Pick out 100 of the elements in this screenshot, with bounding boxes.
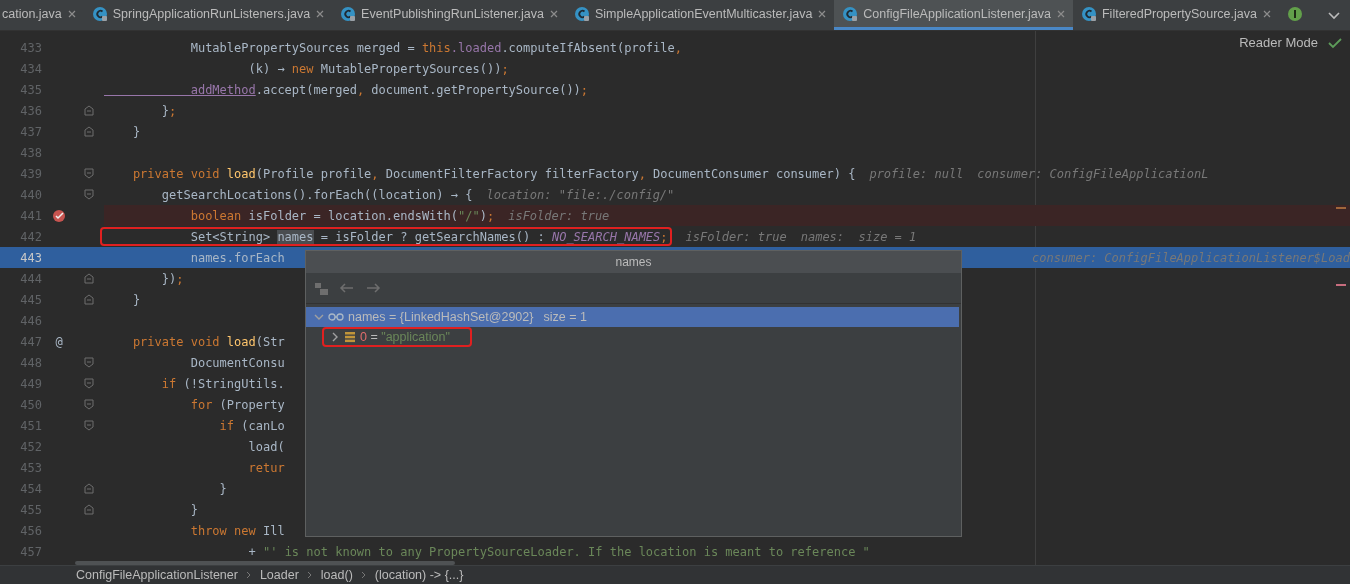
line-number: 437 <box>19 124 43 139</box>
close-icon[interactable] <box>817 8 828 19</box>
code-text: private void load(Profile profile, DocumentFilterFactory filterFactory, DocumentConsumer consumer) { <box>131 166 856 181</box>
array-element-icon <box>344 331 356 343</box>
line-number: 434 <box>19 61 43 76</box>
close-icon[interactable] <box>548 8 559 19</box>
inline-hint: isFolder: true <box>508 208 610 223</box>
breadcrumb-item[interactable]: ConfigFileApplicationListener <box>76 568 238 582</box>
code-text: } <box>131 124 141 139</box>
class-icon <box>842 5 859 22</box>
close-icon[interactable] <box>1261 8 1272 19</box>
breadcrumb-item[interactable]: load() <box>320 568 353 582</box>
fold-end-icon[interactable] <box>84 105 94 116</box>
code-text: } <box>218 481 227 496</box>
code-text: DocumentConsu <box>189 355 285 370</box>
code-text: if (!StringUtils. <box>160 376 285 391</box>
fold-icon[interactable] <box>84 378 94 389</box>
class-icon <box>340 5 357 22</box>
layout-icon <box>314 280 329 296</box>
line-number: 444 <box>19 271 43 286</box>
line-number: 449 <box>19 376 43 391</box>
line-number: 451 <box>19 418 43 433</box>
class-icon <box>573 5 590 22</box>
chevron-right-icon <box>306 571 313 579</box>
line-number: 447 <box>19 334 43 349</box>
line-number: 433 <box>19 40 43 55</box>
fold-icon[interactable] <box>84 420 94 431</box>
code-text: private void load(Str <box>131 334 285 349</box>
inline-hint: profile: null <box>869 166 964 181</box>
line-number: 453 <box>19 460 43 475</box>
line-number: 439 <box>19 166 43 181</box>
back-arrow-icon <box>339 281 355 295</box>
class-icon <box>1080 5 1097 22</box>
code-text: throw new Ill <box>189 523 285 538</box>
code-text: Set<String> names = isFolder ? getSearchNames() : NO_SEARCH_NAMES; <box>189 229 668 244</box>
code-text: retur <box>247 460 285 475</box>
code-text: getSearchLocations().forEach((location) → { <box>160 187 473 202</box>
code-text: } <box>189 502 198 517</box>
gutter-marker[interactable]: @ <box>55 334 63 349</box>
forward-arrow-icon <box>365 281 381 295</box>
code-text: if (canLo <box>218 418 285 433</box>
size-label: size = 1 <box>543 310 587 324</box>
reader-mode-button[interactable]: Reader Mode <box>1239 35 1318 50</box>
chevron-right-icon[interactable] <box>330 332 340 342</box>
editor-tab[interactable]: cation.java <box>0 0 84 30</box>
line-number: 440 <box>19 187 43 202</box>
fold-end-icon[interactable] <box>84 126 94 137</box>
chevron-right-icon <box>360 571 367 579</box>
line-number: 454 <box>19 481 43 496</box>
fold-icon[interactable] <box>84 357 94 368</box>
inline-hint: consumer: ConfigFileApplicationListener$Load <box>1032 250 1350 265</box>
editor-tab[interactable]: EventPublishingRunListener.java <box>332 0 566 30</box>
line-number: 445 <box>19 292 43 307</box>
code-text: addMethod.accept(merged, document.getPropertySource()); <box>189 82 589 97</box>
line-number: 452 <box>19 439 43 454</box>
line-number: 448 <box>19 355 43 370</box>
fold-end-icon[interactable] <box>84 273 94 284</box>
editor-tab[interactable]: FilteredPropertySource.java <box>1072 0 1279 30</box>
line-number: 457 <box>19 544 43 559</box>
inline-hint: location: "file:./config/" <box>486 187 675 202</box>
code-text: (k) → new MutablePropertySources()); <box>247 61 509 76</box>
breadcrumb-item[interactable]: Loader <box>259 568 299 582</box>
scroll-marker[interactable] <box>1336 207 1346 209</box>
watch-glasses-icon <box>328 311 344 323</box>
close-icon[interactable] <box>1055 8 1066 19</box>
inline-hint: isFolder: true <box>685 229 787 244</box>
fold-end-icon[interactable] <box>84 504 94 515</box>
line-number: 456 <box>19 523 43 538</box>
line-number: 435 <box>19 82 43 97</box>
editor-tab[interactable]: SimpleApplicationEventMulticaster.java <box>565 0 835 30</box>
chevron-down-icon[interactable] <box>314 312 324 322</box>
line-number: 455 <box>19 502 43 517</box>
chevron-right-icon <box>245 571 252 579</box>
chevron-down-icon <box>1327 10 1341 20</box>
fold-icon[interactable] <box>84 399 94 410</box>
breakpoint-icon[interactable] <box>52 208 66 223</box>
line-number: 443 <box>19 250 43 265</box>
line-number: 446 <box>19 313 43 328</box>
editor-tab[interactable]: ConfigFileApplicationListener.java <box>834 0 1073 30</box>
editor-tab[interactable]: SpringApplicationRunListeners.java <box>83 0 333 30</box>
code-text: boolean isFolder = location.endsWith("/"); <box>189 208 495 223</box>
line-number: 438 <box>19 145 43 160</box>
class-icon <box>91 5 108 22</box>
close-icon[interactable] <box>66 8 77 19</box>
fold-icon[interactable] <box>84 168 94 179</box>
fold-end-icon[interactable] <box>84 294 94 305</box>
code-text: }); <box>160 271 184 286</box>
breadcrumb-item[interactable]: (location) -> {...} <box>374 568 464 582</box>
fold-end-icon[interactable] <box>84 483 94 494</box>
line-number: 436 <box>19 103 43 118</box>
check-icon <box>1328 36 1342 49</box>
line-number: 450 <box>19 397 43 412</box>
scroll-marker[interactable] <box>1336 284 1346 286</box>
code-text: + "' is not known to any PropertySourceLoader. If the location is meant to reference " <box>247 544 870 559</box>
line-number: 442 <box>19 229 43 244</box>
code-text: } <box>131 292 141 307</box>
tree-row[interactable]: 0 = "application" <box>306 327 959 347</box>
fold-icon[interactable] <box>84 189 94 200</box>
close-icon[interactable] <box>315 8 326 19</box>
popup-title: names <box>306 251 961 273</box>
